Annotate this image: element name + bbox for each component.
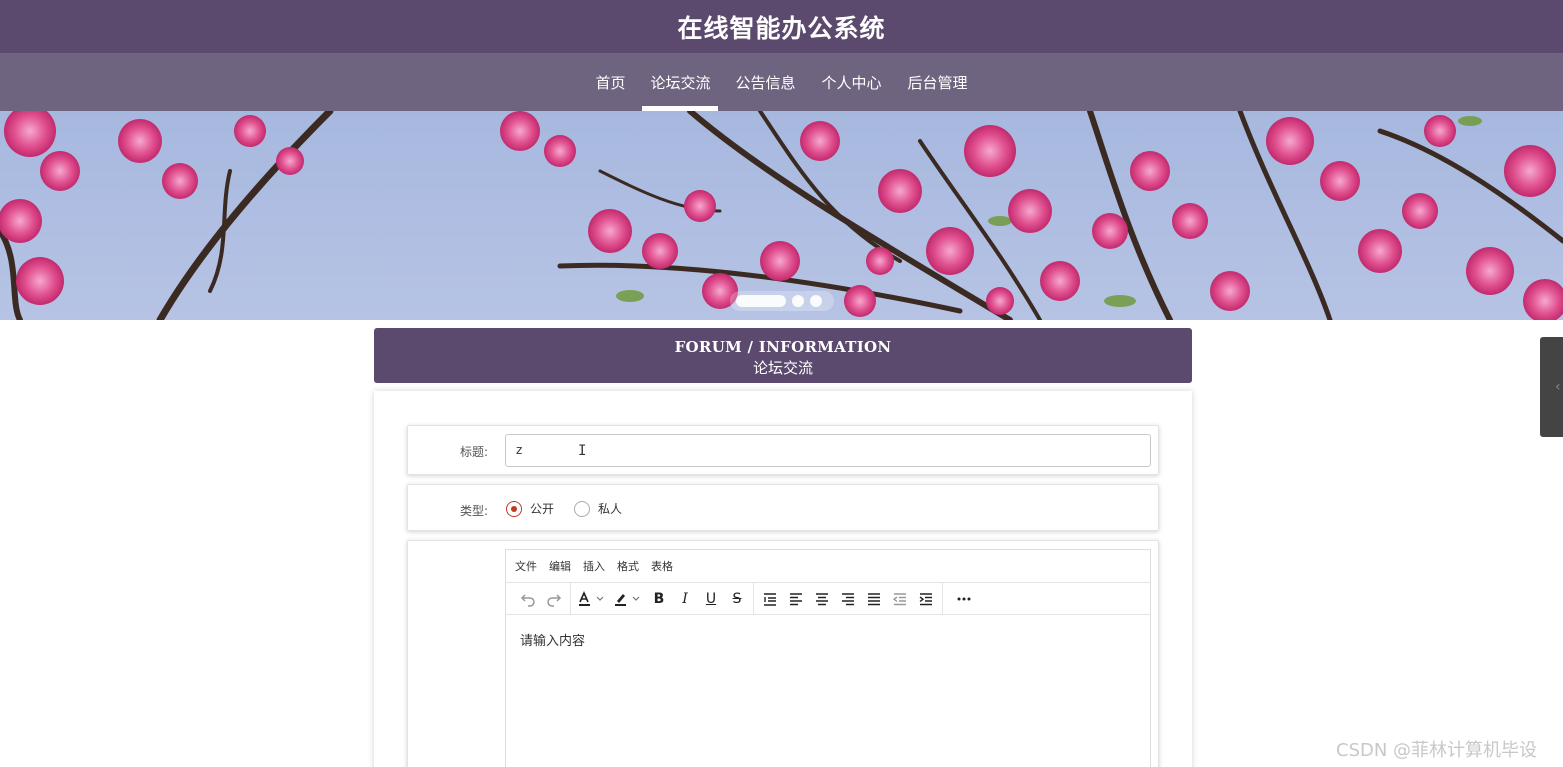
text-cursor-icon: I	[578, 443, 587, 459]
strikethrough-icon[interactable]: S	[724, 586, 750, 612]
top-header: 在线智能办公系统	[0, 0, 1563, 53]
carousel-dot-1[interactable]	[736, 295, 786, 307]
radio-public-label: 公开	[530, 502, 555, 516]
page: 在线智能办公系统 首页 论坛交流 公告信息 个人中心 后台管理 FORUM / …	[0, 0, 1563, 767]
radio-private[interactable]: 私人	[574, 500, 622, 517]
chevron-left-icon: ‹	[1555, 379, 1561, 395]
section-title-en: FORUM / INFORMATION	[674, 338, 892, 356]
nav-item-personal-center[interactable]: 个人中心	[809, 53, 895, 111]
nav-item-admin[interactable]: 后台管理	[895, 53, 981, 111]
paragraph-group	[754, 582, 943, 615]
italic-icon[interactable]: I	[672, 586, 698, 612]
carousel-dot-2[interactable]	[792, 295, 804, 307]
section-title-cn: 论坛交流	[752, 359, 813, 377]
nav-item-forum[interactable]: 论坛交流	[642, 53, 719, 111]
align-center-icon[interactable]	[809, 586, 835, 612]
title-label: 标题:	[459, 445, 488, 459]
redo-icon[interactable]	[541, 586, 567, 612]
more-icon[interactable]	[946, 586, 982, 612]
history-group	[512, 582, 571, 615]
title-row: 标题: z I	[407, 425, 1159, 475]
side-drawer-tab[interactable]: ‹	[1540, 337, 1563, 437]
title-input[interactable]: z	[505, 434, 1151, 467]
more-group	[943, 583, 985, 615]
carousel-indicators	[730, 291, 834, 311]
watermark: CSDN @菲林计算机毕设	[1336, 740, 1538, 761]
section-header: FORUM / INFORMATION 论坛交流	[374, 328, 1192, 383]
menu-file[interactable]: 文件	[515, 558, 537, 574]
radio-public[interactable]: 公开	[506, 500, 554, 517]
type-radio-group: 公开 私人	[506, 500, 642, 517]
align-justify-icon[interactable]	[861, 586, 887, 612]
menu-edit[interactable]: 编辑	[549, 558, 571, 574]
site-title: 在线智能办公系统	[677, 13, 886, 43]
text-color-icon[interactable]	[574, 586, 610, 612]
editor-toolbar: B I U S	[506, 582, 1150, 615]
main-nav: 首页 论坛交流 公告信息 个人中心 后台管理	[0, 53, 1563, 111]
radio-public-circle[interactable]	[506, 500, 522, 517]
content-row: 文件 编辑 插入 格式 表格 B I U S 请输入内容	[407, 540, 1159, 767]
highlight-color-icon[interactable]	[610, 586, 646, 612]
radio-private-circle[interactable]	[574, 500, 591, 517]
underline-icon[interactable]: U	[698, 586, 724, 612]
indent-icon[interactable]	[913, 586, 939, 612]
type-row: 类型: 公开 私人	[407, 484, 1159, 531]
bold-icon[interactable]: B	[646, 586, 672, 612]
type-label: 类型:	[459, 504, 488, 518]
nav-item-announcements[interactable]: 公告信息	[722, 53, 808, 111]
banner-carousel[interactable]	[0, 111, 1563, 320]
rich-text-editor: 文件 编辑 插入 格式 表格 B I U S 请输入内容	[505, 549, 1151, 767]
menu-insert[interactable]: 插入	[583, 558, 605, 574]
banner-image	[0, 111, 1563, 320]
menu-format[interactable]: 格式	[617, 558, 639, 574]
line-height-icon[interactable]	[757, 586, 783, 612]
format-group: B I U S	[571, 582, 754, 615]
undo-icon[interactable]	[515, 586, 541, 612]
menu-table[interactable]: 表格	[651, 558, 673, 574]
carousel-dot-3[interactable]	[810, 295, 822, 307]
align-left-icon[interactable]	[783, 586, 809, 612]
align-right-icon[interactable]	[835, 586, 861, 612]
radio-private-label: 私人	[598, 502, 623, 516]
editor-content-area[interactable]: 请输入内容	[506, 615, 1150, 664]
outdent-icon[interactable]	[887, 586, 913, 612]
nav-item-home[interactable]: 首页	[582, 53, 638, 111]
editor-menubar: 文件 编辑 插入 格式 表格	[506, 550, 1150, 583]
